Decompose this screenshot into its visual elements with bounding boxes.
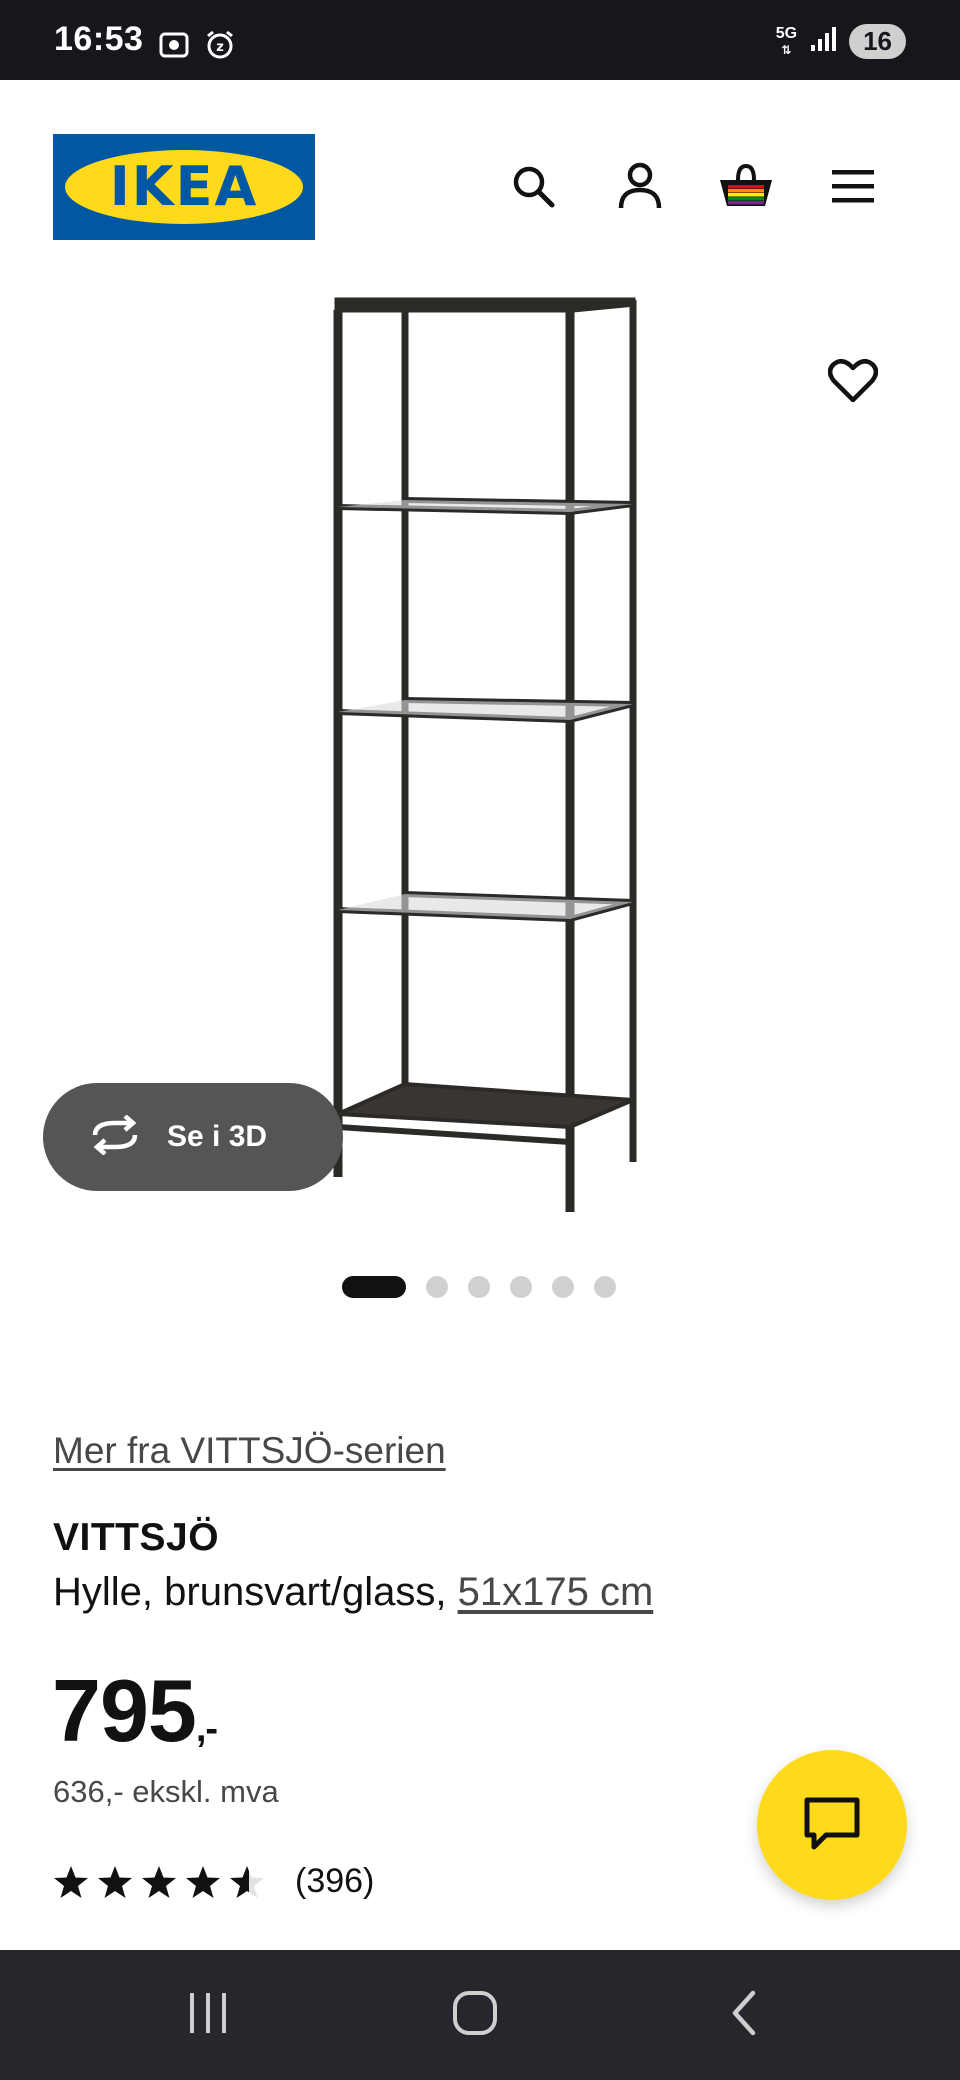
heart-icon (827, 358, 879, 409)
star-icon (98, 1865, 132, 1898)
home-icon (451, 1989, 499, 2042)
rotate-3d-icon (87, 1113, 143, 1160)
status-time: 16:53 (54, 20, 144, 58)
gallery-pagination (342, 1276, 616, 1298)
account-icon (617, 162, 663, 215)
gallery-dot-1[interactable] (342, 1276, 406, 1298)
menu-icon (830, 166, 876, 211)
product-type: Hylle, brunsvart/glass, (53, 1570, 458, 1614)
recent-apps-icon (186, 1991, 230, 2040)
price-suffix: ,- (195, 1708, 218, 1750)
back-button[interactable] (705, 1980, 785, 2050)
logo-registered-mark: ® (288, 162, 297, 174)
site-header: IKEA ® (0, 80, 960, 240)
battery-indicator: 16 (849, 24, 906, 59)
logo-text: IKEA (109, 155, 259, 218)
search-icon (510, 163, 556, 214)
cart-icon (718, 162, 774, 215)
screen-record-icon (158, 30, 190, 65)
size-link[interactable]: 51x175 cm (458, 1570, 654, 1614)
chat-icon (802, 1795, 862, 1856)
price-ex-vat: 636,- ekskl. mva (53, 1774, 279, 1809)
series-link[interactable]: Mer fra VITTSJÖ-serien (53, 1430, 446, 1472)
rating-stars (53, 1865, 265, 1899)
star-icon (142, 1865, 176, 1898)
product-name: VITTSJÖ (53, 1516, 220, 1559)
recent-apps-button[interactable] (168, 1980, 248, 2050)
star-icon (54, 1865, 88, 1898)
system-nav-bar (0, 1950, 960, 2080)
home-button[interactable] (435, 1980, 515, 2050)
star-icon (186, 1865, 220, 1898)
gallery-dot-4[interactable] (510, 1276, 532, 1298)
signal-icon (809, 25, 837, 58)
review-count[interactable]: (396) (295, 1862, 374, 1901)
product-image[interactable] (290, 282, 670, 1217)
gallery-dot-6[interactable] (594, 1276, 616, 1298)
favorite-button[interactable] (820, 350, 886, 416)
price-value: 795 (52, 1661, 197, 1760)
gallery-dot-3[interactable] (468, 1276, 490, 1298)
menu-button[interactable] (823, 158, 883, 218)
account-button[interactable] (610, 158, 670, 218)
view-in-3d-button[interactable]: Se i 3D (43, 1083, 343, 1191)
network-indicator: 5G ⇅ (775, 24, 798, 57)
gallery-dot-2[interactable] (426, 1276, 448, 1298)
gallery-dot-5[interactable] (552, 1276, 574, 1298)
chat-button[interactable] (757, 1750, 907, 1900)
cart-button[interactable] (716, 158, 776, 218)
product-rating[interactable]: (396) (53, 1862, 374, 1901)
status-bar: 16:53 z 5G ⇅ 16 (0, 0, 960, 80)
half-star-icon (230, 1865, 264, 1898)
view-in-3d-label: Se i 3D (167, 1120, 268, 1153)
alarm-icon: z (204, 30, 236, 65)
product-description: Hylle, brunsvart/glass, 51x175 cm (53, 1570, 653, 1615)
product-price: 795,- (52, 1660, 218, 1762)
back-icon (725, 1989, 765, 2042)
search-button[interactable] (503, 158, 563, 218)
svg-text:z: z (216, 40, 224, 55)
ikea-logo[interactable]: IKEA ® (53, 134, 315, 240)
